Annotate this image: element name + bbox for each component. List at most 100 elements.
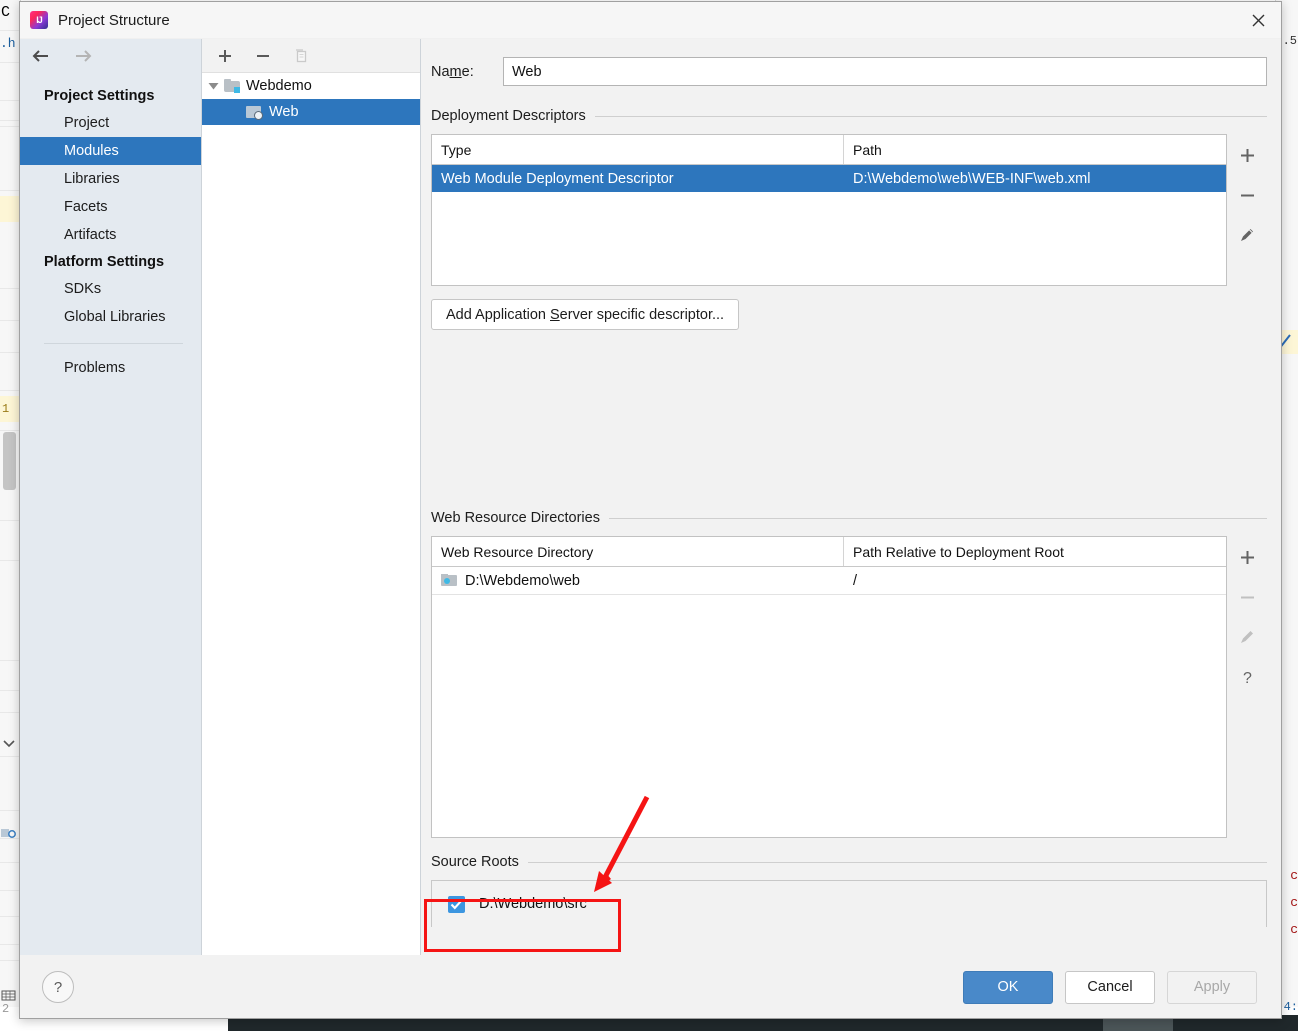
tree-node-label: Web (269, 104, 299, 120)
section-rule (608, 517, 1267, 519)
background-divider (0, 190, 20, 191)
dialog-body: Project Settings Project Modules Librari… (20, 39, 1281, 955)
question-mark-icon[interactable]: ? (1232, 662, 1262, 692)
dialog-footer: ? OK Cancel Apply (20, 955, 1281, 1018)
sidebar-item-facets[interactable]: Facets (20, 193, 201, 221)
tree-node-label: Webdemo (246, 78, 312, 94)
background-text: 4: (1283, 1000, 1298, 1014)
source-root-item[interactable]: D:\Webdemo\src (432, 895, 587, 913)
sidebar-item-list: Project Settings Project Modules Librari… (20, 73, 201, 382)
footer-button-group: OK Cancel Apply (963, 970, 1257, 1004)
background-divider (0, 62, 20, 63)
name-label: Name: (431, 63, 474, 80)
help-button[interactable]: ? (42, 971, 74, 1003)
add-descriptor-button[interactable] (1232, 140, 1262, 170)
background-text: .5 (1282, 34, 1297, 48)
sidebar-divider (44, 343, 183, 344)
sidebar-item-artifacts[interactable]: Artifacts (20, 221, 201, 249)
arrow-left-icon[interactable] (28, 43, 54, 69)
background-scrollbar[interactable] (3, 432, 16, 490)
remove-web-resource-button[interactable] (1232, 582, 1262, 612)
minus-icon[interactable] (252, 45, 274, 67)
background-icon (1, 988, 17, 1001)
module-tree-rows: Webdemo Web (202, 73, 420, 955)
background-text: C (1, 4, 11, 21)
background-text: 1 (2, 402, 10, 416)
background-icon (2, 736, 17, 748)
web-module-icon (246, 105, 263, 120)
tree-node-web[interactable]: Web (202, 99, 420, 125)
sidebar-item-project[interactable]: Project (20, 109, 201, 137)
section-title: Source Roots (431, 854, 519, 870)
web-resource-side-buttons: ? (1227, 536, 1267, 838)
copy-icon[interactable] (290, 45, 312, 67)
navigation-arrows (20, 39, 201, 73)
module-tree-toolbar (202, 39, 420, 73)
checkbox-checked-icon[interactable] (448, 895, 465, 913)
cancel-button[interactable]: Cancel (1065, 970, 1155, 1004)
background-text: c (1290, 895, 1298, 910)
table-row[interactable]: D:\Webdemo\web / (432, 567, 1226, 595)
deployment-descriptors-table: Type Path Web Module Deployment Descript… (431, 134, 1227, 286)
web-resource-directories-table: Web Resource Directory Path Relative to … (431, 536, 1227, 838)
apply-button[interactable]: Apply (1167, 970, 1257, 1004)
editor-gutter-left (0, 0, 21, 1007)
chevron-down-icon[interactable] (202, 82, 224, 91)
close-icon[interactable] (1235, 3, 1281, 38)
section-title: Deployment Descriptors (431, 108, 586, 124)
edit-descriptor-button[interactable] (1232, 220, 1262, 250)
module-settings-panel: Name: Deployment Descriptors Type Path W… (421, 39, 1281, 955)
background-icon (0, 826, 19, 842)
column-header-web-resource-directory[interactable]: Web Resource Directory (432, 537, 844, 566)
edit-web-resource-button[interactable] (1232, 622, 1262, 652)
dialog-title: Project Structure (58, 11, 170, 29)
section-rule (527, 861, 1267, 863)
sidebar-item-modules[interactable]: Modules (20, 137, 201, 165)
sidebar-group-platform-settings: Platform Settings (44, 254, 165, 270)
module-tree-panel: Webdemo Web (202, 39, 421, 955)
module-group-folder-icon (224, 79, 240, 93)
sidebar-group-project-settings: Project Settings (44, 88, 155, 104)
source-root-label: D:\Webdemo\src (479, 896, 587, 912)
tree-node-webdemo[interactable]: Webdemo (202, 73, 420, 99)
add-web-resource-button[interactable] (1232, 542, 1262, 572)
intellij-idea-icon: IJ (30, 11, 48, 29)
name-field-row: Name: (431, 57, 1267, 86)
cell-relative-path: / (853, 572, 858, 589)
column-header-type[interactable]: Type (432, 135, 844, 164)
section-title: Web Resource Directories (431, 510, 600, 526)
background-divider (0, 390, 20, 391)
plus-icon[interactable] (214, 45, 236, 67)
background-divider (0, 560, 20, 561)
svg-text:?: ? (1243, 670, 1252, 687)
column-header-path[interactable]: Path (844, 135, 1226, 164)
background-divider (0, 30, 20, 31)
add-application-server-descriptor-button[interactable]: Add Application Server specific descript… (431, 299, 740, 330)
cell-path: D:\Webdemo\web\WEB-INF\web.xml (853, 170, 1091, 187)
table-body: Web Module Deployment Descriptor D:\Webd… (432, 165, 1226, 285)
dialog-titlebar: IJ Project Structure (20, 2, 1281, 39)
deployment-descriptors-side-buttons (1227, 134, 1267, 286)
deployment-descriptors-header: Deployment Descriptors (431, 108, 1267, 124)
remove-descriptor-button[interactable] (1232, 180, 1262, 210)
source-roots-header: Source Roots (431, 854, 1267, 870)
sidebar-item-problems[interactable]: Problems (20, 354, 201, 382)
background-highlight (0, 196, 19, 222)
background-text: .h (0, 36, 16, 51)
sidebar-item-global-libraries[interactable]: Global Libraries (20, 303, 201, 331)
table-row[interactable]: Web Module Deployment Descriptor D:\Webd… (432, 165, 1226, 192)
background-text: c (1290, 868, 1298, 883)
arrow-right-icon[interactable] (70, 43, 96, 69)
sidebar-item-libraries[interactable]: Libraries (20, 165, 201, 193)
project-structure-dialog: IJ Project Structure Project Settings Pr… (19, 1, 1282, 1019)
ok-button[interactable]: OK (963, 970, 1053, 1004)
background-divider (0, 430, 20, 431)
background-divider (0, 712, 20, 713)
module-name-input[interactable] (503, 57, 1267, 86)
sidebar-item-sdks[interactable]: SDKs (20, 275, 201, 303)
column-header-path-relative[interactable]: Path Relative to Deployment Root (844, 537, 1226, 566)
source-roots-list: D:\Webdemo\src (431, 880, 1267, 927)
settings-sidebar: Project Settings Project Modules Librari… (20, 39, 202, 955)
background-divider (0, 960, 20, 961)
table-header: Type Path (432, 135, 1226, 165)
